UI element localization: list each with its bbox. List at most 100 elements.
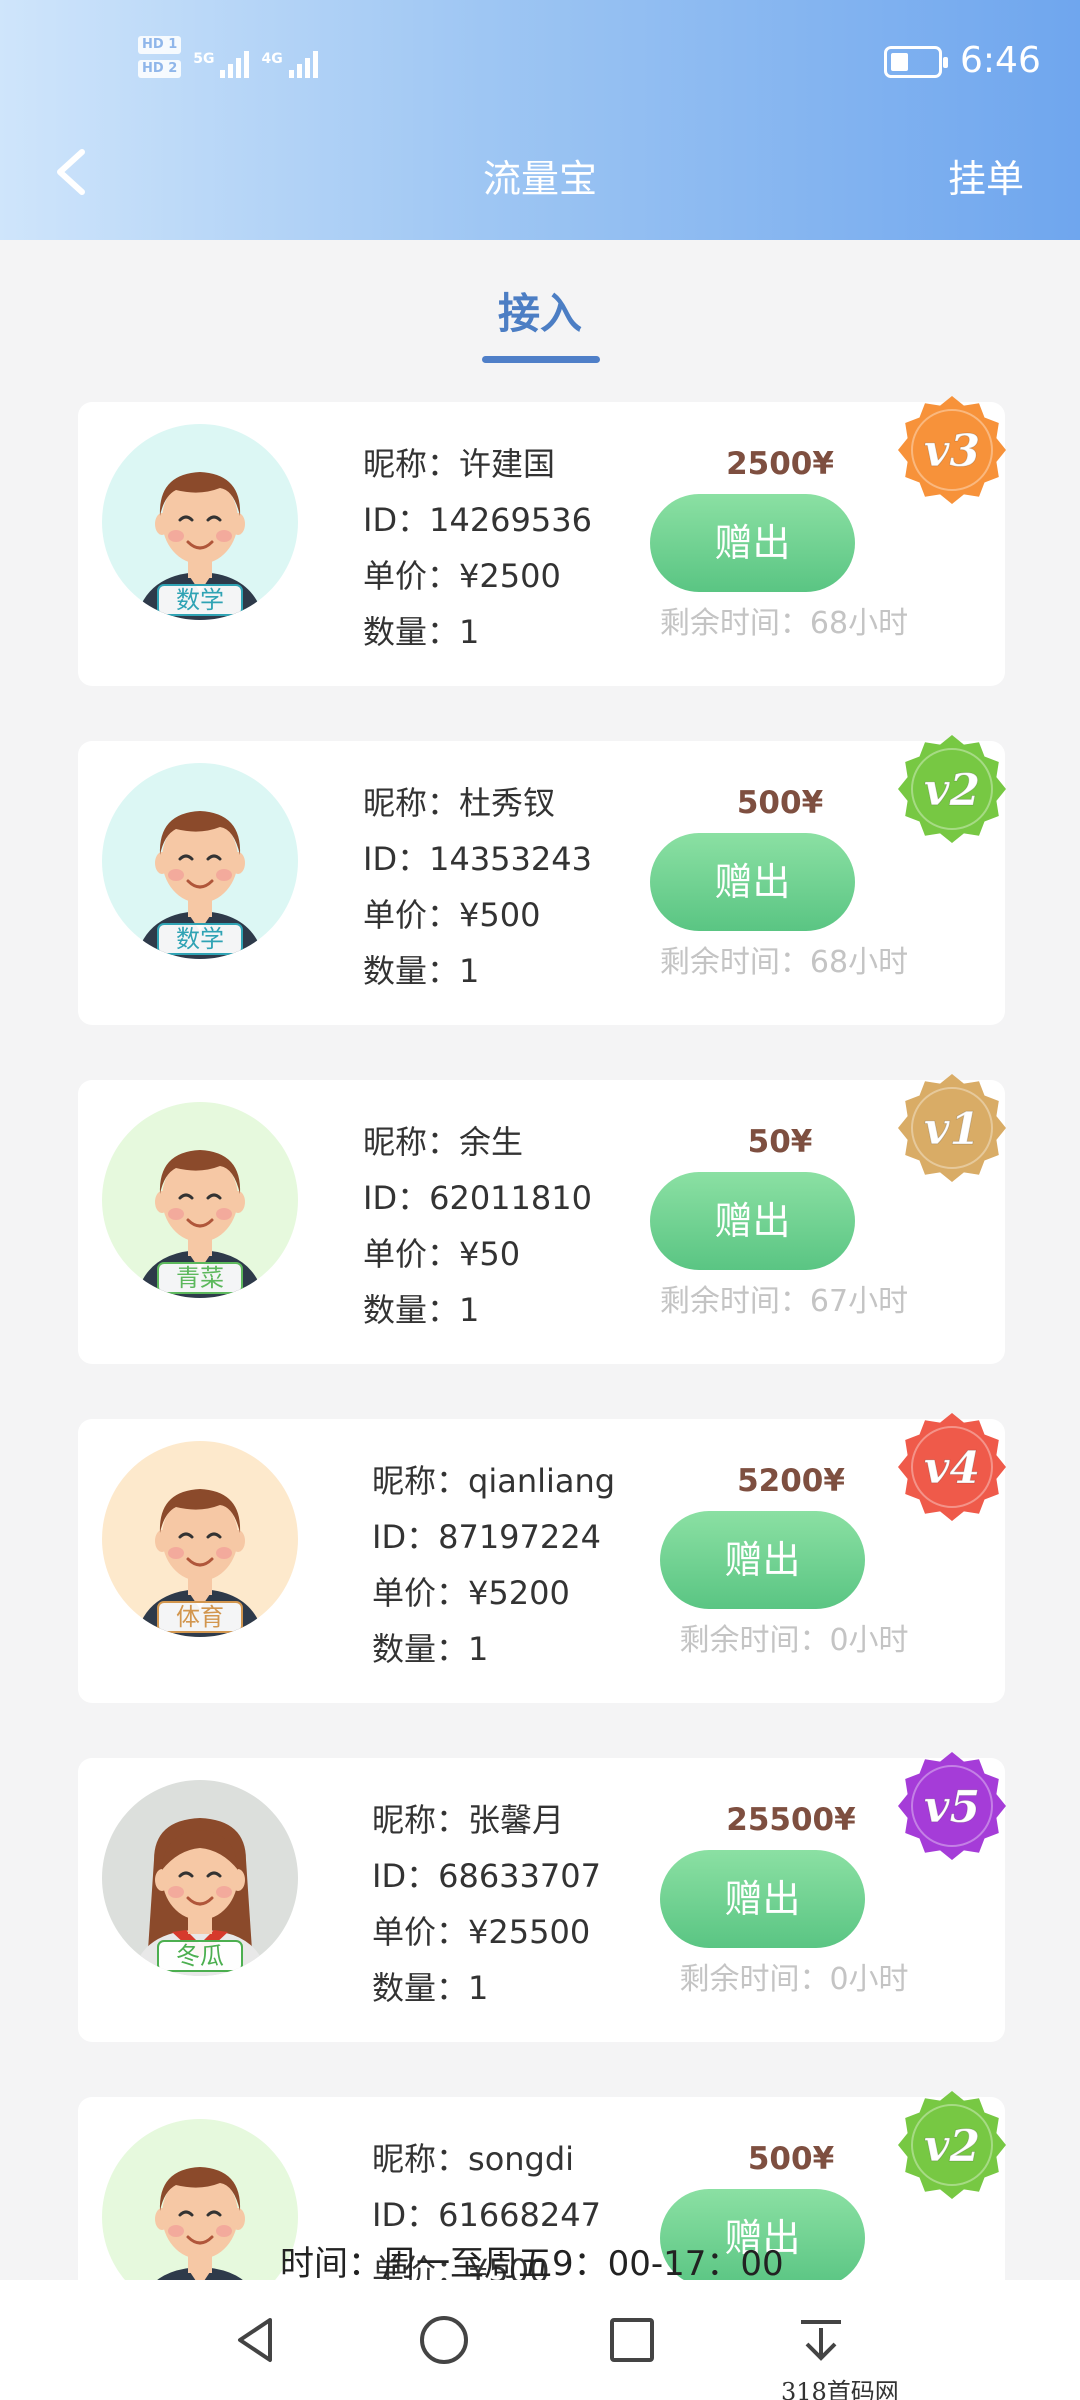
quantity-value: 1 [459,952,480,990]
nickname-label: 昵称： [363,445,460,483]
id-label: ID： [363,1179,430,1217]
quantity-label: 数量： [363,613,460,651]
listing-info: 昵称：许建国 ID：14269536 单价：¥2500 数量：1 [363,436,592,660]
remaining-time: 剩余时间：68小时 [659,606,909,641]
level-text: v2 [924,765,980,816]
nickname-value: songdi [468,2140,575,2178]
unit-price-row: 单价：¥25500 [372,1904,601,1960]
sim2-badge: HD 2 [138,60,182,78]
nickname-row: 昵称：许建国 [363,436,592,492]
unit-price-label: 单价： [363,896,460,934]
signal-5g-icon: 5G [193,51,250,78]
home-circle-icon[interactable] [416,2312,472,2368]
id-value: 68633707 [438,1857,601,1895]
listing-info: 昵称：余生 ID：62011810 单价：¥50 数量：1 [363,1114,592,1338]
signal-indicators: HD 1 HD 2 5G 4G [138,36,318,78]
id-row: ID：14353243 [363,831,592,887]
subject-tag: 数学 [157,923,243,955]
sim1-badge: HD 1 [138,36,182,54]
level-badge: v2 [894,2087,1010,2203]
listing-info: 昵称：qianliang ID：87197224 单价：¥5200 数量：1 [372,1453,615,1677]
level-badge: v3 [894,392,1010,508]
level-badge: v2 [894,731,1010,847]
tab-underline [482,356,600,363]
listing-info: 昵称：杜秀钗 ID：14353243 单价：¥500 数量：1 [363,775,592,999]
quantity-row: 数量：1 [363,1282,592,1338]
notification-down-icon[interactable] [793,2312,849,2368]
unit-price-value: ¥2500 [459,557,561,595]
nickname-row: 昵称：songdi [372,2131,601,2187]
price-tag: 25500¥ [726,1802,856,1838]
unit-price-value: ¥5200 [468,1574,570,1612]
nickname-value: qianliang [468,1462,616,1500]
id-label: ID： [372,1857,439,1895]
unit-price-label: 单价： [372,1913,469,1951]
id-value: 61668247 [438,2196,601,2234]
nickname-value: 张馨月 [468,1801,565,1839]
signal-4g-icon: 4G [261,51,318,78]
nickname-row: 昵称：qianliang [372,1453,615,1509]
unit-price-value: ¥500 [459,896,541,934]
subject-tag: 冬瓜 [157,1940,243,1972]
listing-card: 数学 昵称：许建国 ID：14269536 单价：¥2500 数量：1 2500… [78,396,1006,686]
listing-card: 数学 昵称：杜秀钗 ID：14353243 单价：¥500 数量：1 500¥ … [78,735,1006,1025]
post-order-button[interactable]: 挂单 [948,148,1024,203]
unit-price-row: 单价：¥500 [363,887,592,943]
id-label: ID： [372,2196,439,2234]
back-triangle-icon[interactable] [228,2312,284,2368]
unit-price-row: 单价：¥2500 [363,548,592,604]
id-label: ID： [372,1518,439,1556]
gift-button[interactable]: 赠出 [650,833,855,931]
id-row: ID：68633707 [372,1848,601,1904]
subject-tag: 青菜 [157,1262,243,1294]
id-row: ID：87197224 [372,1509,615,1565]
level-badge: v4 [894,1409,1010,1525]
unit-price-row: 单价：¥50 [363,1226,592,1282]
level-text: v1 [924,1104,980,1155]
app-header: HD 1 HD 2 5G 4G 6:46 流量宝 挂单 [0,0,1080,240]
quantity-label: 数量： [363,1291,460,1329]
id-value: 62011810 [429,1179,592,1217]
subject-tag: 体育 [157,1601,243,1633]
listing-card: 体育 昵称：qianliang ID：87197224 单价：¥5200 数量：… [78,1413,1006,1703]
nickname-label: 昵称： [363,784,460,822]
gift-button[interactable]: 赠出 [660,1850,865,1948]
avatar: 数学 [102,763,298,959]
tab-access[interactable]: 接入 [0,280,1080,341]
nickname-value: 许建国 [459,445,556,483]
id-label: ID： [363,501,430,539]
status-time: 6:46 [960,40,1041,81]
level-gear-icon: v2 [898,2091,1006,2199]
gift-button[interactable]: 赠出 [650,494,855,592]
unit-price-label: 单价： [372,1574,469,1612]
status-bar: HD 1 HD 2 5G 4G 6:46 [0,0,1080,130]
business-hours-note: 时间：周一至周五9：00-17：00 [280,2244,784,2284]
avatar: 冬瓜 [102,1780,298,1976]
quantity-row: 数量：1 [372,1621,615,1677]
unit-price-value: ¥25500 [468,1913,591,1951]
listing-card: 青菜 昵称：余生 ID：62011810 单价：¥50 数量：1 50¥ 赠出 … [78,1074,1006,1364]
quantity-value: 1 [468,1969,489,2007]
quantity-label: 数量： [372,1630,469,1668]
quantity-value: 1 [459,613,480,651]
unit-price-label: 单价： [363,557,460,595]
id-row: ID：61668247 [372,2187,601,2243]
nickname-label: 昵称： [372,1801,469,1839]
gift-button[interactable]: 赠出 [660,1511,865,1609]
page-title: 流量宝 [482,157,597,201]
id-row: ID：62011810 [363,1170,592,1226]
gift-button[interactable]: 赠出 [650,1172,855,1270]
unit-price-row: 单价：¥5200 [372,1565,615,1621]
id-value: 14353243 [429,840,592,878]
recents-square-icon[interactable] [604,2312,660,2368]
watermark: 318首码网 www.E318.com [775,2372,1080,2400]
nickname-row: 昵称：杜秀钗 [363,775,592,831]
nickname-row: 昵称：张馨月 [372,1792,601,1848]
level-badge: v1 [894,1070,1010,1186]
level-badge: v5 [894,1748,1010,1864]
avatar: 体育 [102,1441,298,1637]
nickname-value: 杜秀钗 [459,784,556,822]
level-gear-icon: v2 [898,735,1006,843]
price-tag: 2500¥ [726,446,834,482]
price-tag: 50¥ [747,1124,813,1160]
